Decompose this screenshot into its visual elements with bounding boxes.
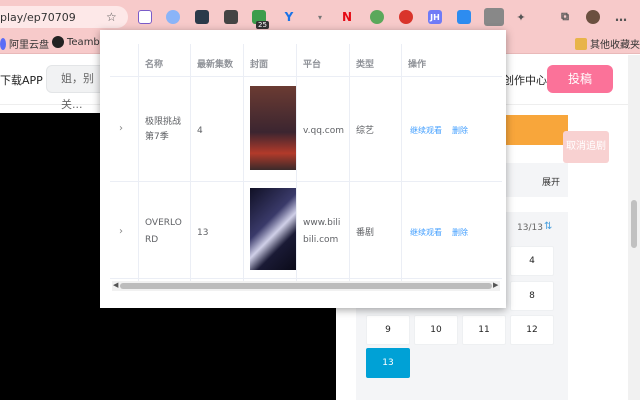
page-scroll-thumb[interactable] xyxy=(631,200,637,248)
upload-button[interactable]: 投稿 xyxy=(547,65,613,93)
latest-episode: 13 xyxy=(197,228,209,238)
creator-center-link[interactable]: 创作中心 xyxy=(503,72,547,88)
episode-button[interactable]: 10 xyxy=(414,315,458,345)
row-divider xyxy=(110,181,502,182)
add-favorite-icon[interactable]: ☆ xyxy=(106,10,117,24)
column-header-latest: 最新集数 xyxy=(197,60,234,70)
bookmark-aliyun[interactable]: 阿里云盘 xyxy=(0,36,49,51)
scroll-left-icon[interactable]: ◀ xyxy=(113,281,118,289)
column-divider xyxy=(349,44,350,284)
column-divider xyxy=(296,44,297,284)
delete-link[interactable]: 删除 xyxy=(452,125,468,136)
more-menu-icon[interactable]: … xyxy=(614,10,628,24)
show-name-line2: 第7季 xyxy=(145,132,169,142)
extension-badge: 25 xyxy=(256,21,269,29)
episode-count: 13/13 xyxy=(517,223,543,233)
url-text[interactable]: play/ep70709 xyxy=(0,11,76,24)
platform: www.bili xyxy=(303,218,341,228)
red-extension-icon[interactable] xyxy=(399,10,413,24)
row-expand-chevron-icon[interactable]: › xyxy=(119,226,123,237)
row-divider xyxy=(110,278,502,279)
jh-extension-icon[interactable]: JH xyxy=(428,10,442,24)
screen-icon[interactable] xyxy=(195,10,209,24)
continue-watching-link[interactable]: 继续观看 xyxy=(410,125,442,136)
column-header-action: 操作 xyxy=(408,60,427,70)
blue-extension-icon[interactable] xyxy=(457,10,471,24)
bookmark-other-favorites[interactable]: 其他收藏夹 xyxy=(575,36,640,51)
episode-button[interactable]: 9 xyxy=(366,315,410,345)
delete-link[interactable]: 删除 xyxy=(452,227,468,238)
folder-icon xyxy=(575,37,587,50)
type: 番剧 xyxy=(356,228,375,238)
show-name: 极限挑战 xyxy=(145,117,182,127)
scroll-right-icon[interactable]: ▶ xyxy=(493,281,498,289)
expand-link[interactable]: 展开 xyxy=(542,175,560,188)
column-divider xyxy=(243,44,244,284)
platform: v.qq.com xyxy=(303,126,344,136)
y-extension-icon[interactable]: Y xyxy=(282,10,296,24)
continue-watching-link[interactable]: 继续观看 xyxy=(410,227,442,238)
show-name: OVERLO xyxy=(145,218,182,228)
table-scroll-thumb[interactable] xyxy=(120,283,492,289)
column-header-type: 类型 xyxy=(356,60,375,70)
column-divider xyxy=(190,44,191,284)
row-expand-chevron-icon[interactable]: › xyxy=(119,123,123,134)
column-header-platform: 平台 xyxy=(303,60,322,70)
download-app-link[interactable]: 下载APP xyxy=(0,72,43,88)
episode-button[interactable]: 11 xyxy=(462,315,506,345)
watch-list-popup xyxy=(100,30,506,308)
netflix-icon[interactable]: N xyxy=(340,10,354,24)
puzzle-icon[interactable]: ✦ xyxy=(514,10,528,24)
type: 综艺 xyxy=(356,126,375,136)
aliyun-icon xyxy=(0,37,6,50)
column-divider xyxy=(138,44,139,284)
cancel-follow-button[interactable]: 取消追剧 xyxy=(563,131,609,163)
browser-toolbar: play/ep70709 ☆ 25 Y ▾ N JH ✦ ⧉ … xyxy=(0,0,640,32)
star-extension-icon[interactable] xyxy=(370,10,384,24)
globe-icon[interactable] xyxy=(166,10,180,24)
column-divider xyxy=(401,44,402,284)
platform-line2: bili.com xyxy=(303,235,339,245)
chevron-down-icon[interactable]: ▾ xyxy=(313,10,327,24)
latest-episode: 4 xyxy=(197,126,203,136)
column-header-name: 名称 xyxy=(145,60,164,70)
pocket-icon[interactable] xyxy=(138,10,152,24)
row-divider xyxy=(110,76,502,77)
avatar[interactable] xyxy=(586,10,600,24)
collections-icon[interactable]: ⧉ xyxy=(558,10,572,24)
episode-button-active[interactable]: 13 xyxy=(366,348,410,378)
qr-icon[interactable] xyxy=(224,10,238,24)
address-bar[interactable]: play/ep70709 ☆ xyxy=(0,6,128,28)
bookmark-label: 阿里云盘 xyxy=(9,40,49,51)
episode-button[interactable]: 4 xyxy=(510,246,554,276)
column-header-cover: 封面 xyxy=(250,60,269,70)
show-name-line2: RD xyxy=(145,235,159,245)
cover-image xyxy=(250,86,296,170)
bookmark-label: 其他收藏夹 xyxy=(590,40,640,51)
watch-list-extension-icon[interactable] xyxy=(484,8,504,26)
cover-image xyxy=(250,188,296,270)
episode-button[interactable]: 12 xyxy=(510,315,554,345)
teambition-icon xyxy=(52,36,64,48)
sort-icon[interactable]: ⇅ xyxy=(544,221,552,232)
episode-button[interactable]: 8 xyxy=(510,281,554,311)
